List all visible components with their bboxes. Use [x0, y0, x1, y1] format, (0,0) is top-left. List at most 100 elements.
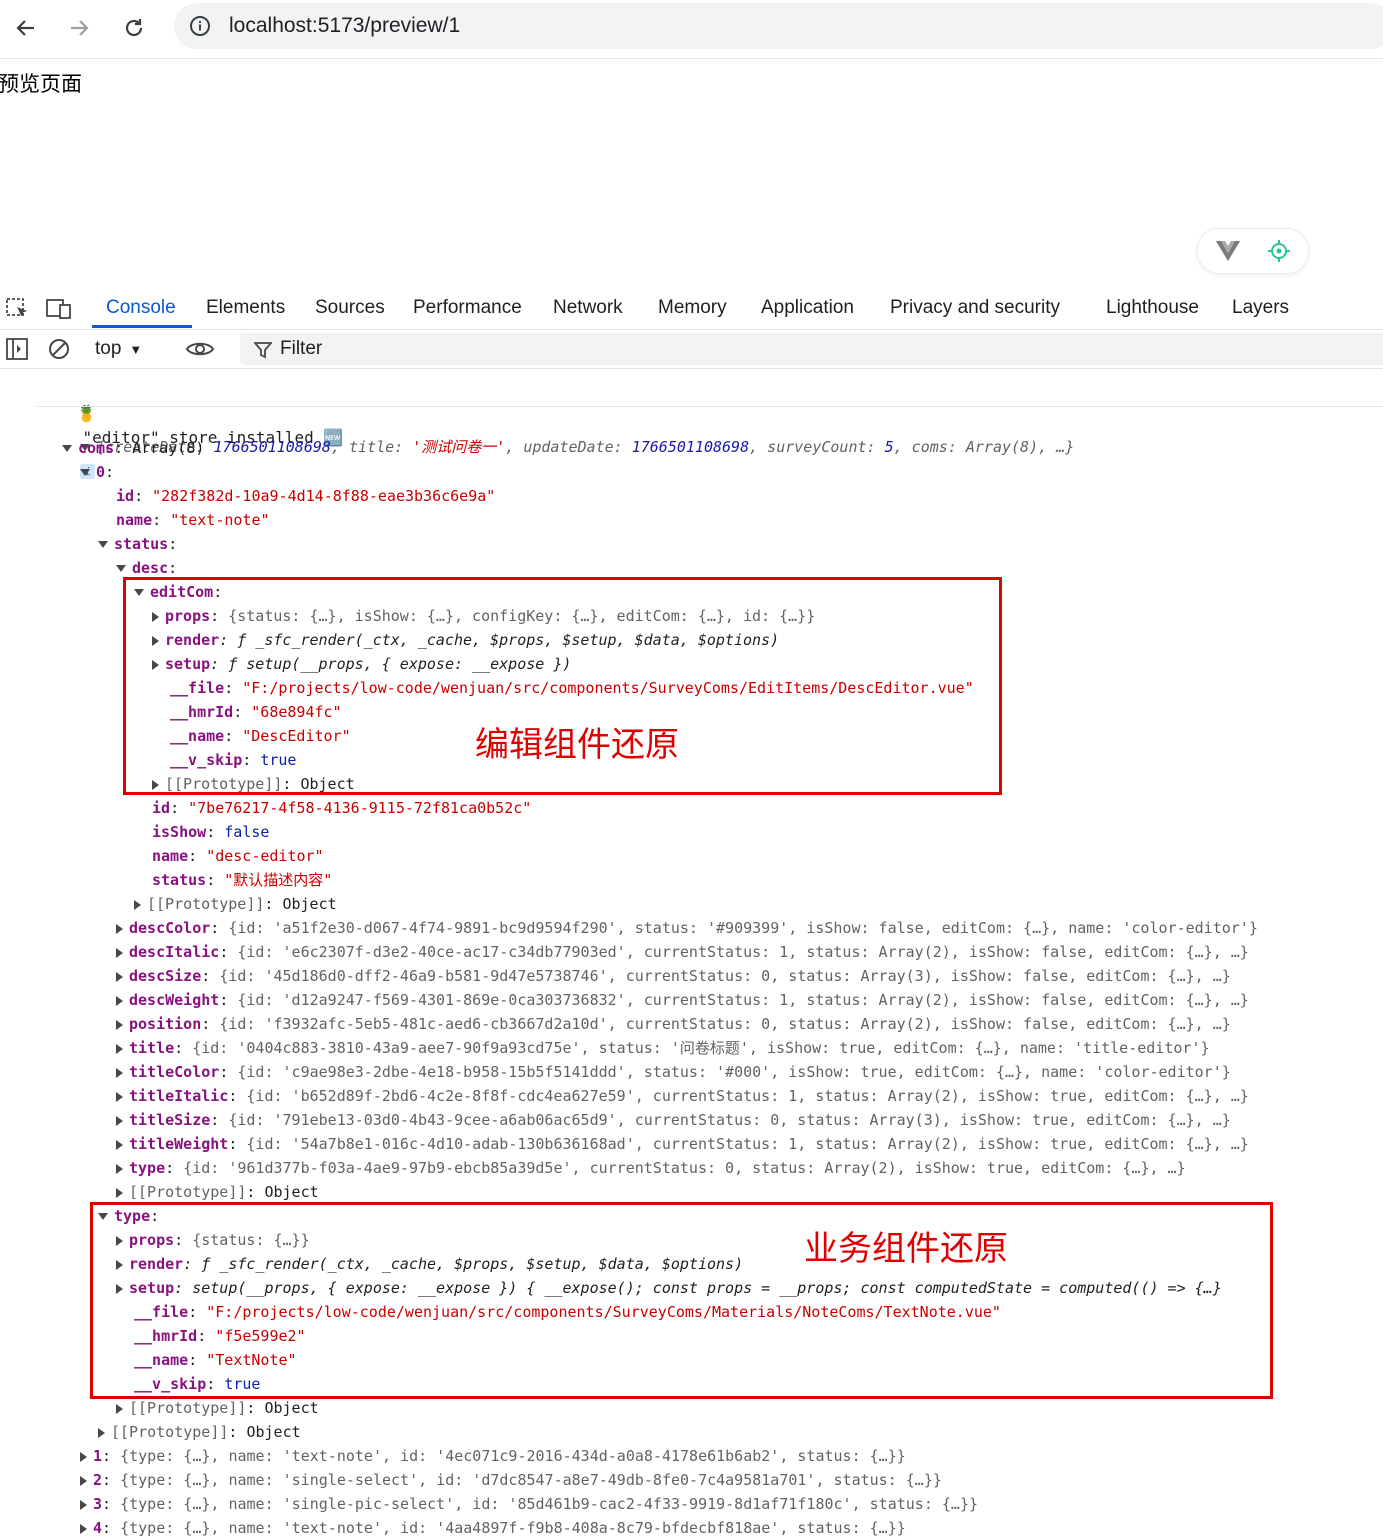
tab-application[interactable]: Application [761, 297, 854, 319]
url-text[interactable]: localhost:5173/preview/1 [229, 14, 460, 38]
collapse-triangle-icon[interactable] [80, 1499, 87, 1510]
devtools-tab-bar: Console Elements Sources Performance Net… [0, 289, 1383, 330]
status-row-titlesize[interactable]: titleSize: {id: '791ebe13-03d0-4b43-9cee… [116, 1108, 1231, 1132]
collapse-triangle-icon[interactable] [116, 1067, 123, 1078]
com-4-row[interactable]: 4: {type: {…}, name: 'text-note', id: '4… [80, 1516, 906, 1540]
collapse-triangle-icon[interactable] [116, 1163, 123, 1174]
forward-button[interactable] [59, 8, 99, 48]
back-button[interactable] [6, 8, 46, 48]
context-label: top [95, 338, 122, 359]
com-0-name: name: "text-note" [116, 511, 270, 529]
desc-status-row: status: "默认描述内容" [152, 871, 333, 889]
desc-id-row: id: "7be76217-4f58-4136-9115-72f81ca0b52… [152, 799, 532, 817]
summary-text: , updateDate: [505, 438, 632, 456]
tab-memory[interactable]: Memory [658, 297, 727, 319]
status-row-descitalic[interactable]: descItalic: {id: 'e6c2307f-d3e2-40ce-ac1… [116, 940, 1249, 964]
console-toolbar: top ▼ Filter [0, 330, 1383, 369]
tab-console[interactable]: Console [106, 297, 176, 319]
collapse-triangle-icon[interactable] [116, 923, 123, 934]
filter-input[interactable]: Filter [240, 333, 1383, 365]
chevron-down-icon: ▼ [129, 341, 143, 357]
object-summary-row[interactable]: {createDate: 1766501108698, title: '测试问卷… [44, 411, 1074, 479]
status-row-descweight[interactable]: descWeight: {id: 'd12a9247-f569-4301-869… [116, 988, 1249, 1012]
expand-triangle-icon[interactable] [98, 541, 108, 548]
summary-text: , surveyCount: [749, 438, 885, 456]
tab-performance[interactable]: Performance [413, 297, 522, 319]
context-selector[interactable]: top ▼ [95, 335, 142, 363]
com-0-id: id: "282f382d-10a9-4d14-8f88-eae3b36c6e9… [116, 487, 496, 505]
collapse-triangle-icon[interactable] [116, 1403, 123, 1414]
collapse-triangle-icon[interactable] [116, 1115, 123, 1126]
annotation-label-edit: 编辑组件还原 [475, 725, 679, 765]
desc-isshow-row: isShow: false [152, 823, 270, 841]
eye-icon[interactable] [186, 338, 214, 360]
page-title: 预览页面 [0, 72, 82, 96]
status-row-titleweight[interactable]: titleWeight: {id: '54a7b8e1-016c-4d10-ad… [116, 1132, 1249, 1156]
vue-logo-icon[interactable] [1216, 240, 1240, 262]
inspect-element-icon[interactable] [6, 298, 30, 320]
collapse-triangle-icon[interactable] [116, 1091, 123, 1102]
address-bar[interactable]: localhost:5173/preview/1 [174, 3, 1383, 49]
expand-triangle-icon[interactable] [80, 469, 90, 476]
clear-console-icon[interactable] [48, 338, 70, 360]
status-row-desccolor[interactable]: descColor: {id: 'a51f2e30-d067-4f74-9891… [116, 916, 1258, 940]
tab-network[interactable]: Network [553, 297, 623, 319]
filter-placeholder: Filter [280, 338, 323, 359]
target-icon[interactable] [1268, 240, 1290, 262]
status-prototype-row[interactable]: [[Prototype]]: Object [116, 1180, 319, 1204]
status-row-titleitalic[interactable]: titleItalic: {id: 'b652d89f-2bd6-4c2e-8f… [116, 1084, 1249, 1108]
collapse-triangle-icon[interactable] [116, 947, 123, 958]
tab-elements[interactable]: Elements [206, 297, 285, 319]
annotation-label-business: 业务组件还原 [804, 1229, 1008, 1269]
title-value: '测试问卷一' [412, 438, 506, 456]
sidebar-toggle-icon[interactable] [6, 338, 28, 360]
status-row-type[interactable]: type: {id: '961d377b-f03a-4ae9-97b9-ebcb… [116, 1156, 1186, 1180]
status-row-title[interactable]: title: {id: '0404c883-3810-43a9-aee7-90f… [116, 1036, 1209, 1060]
site-info-icon[interactable] [188, 14, 212, 38]
expand-triangle-icon[interactable] [62, 445, 72, 452]
collapse-triangle-icon[interactable] [116, 971, 123, 982]
status-row-descsize[interactable]: descSize: {id: '45d186d0-dff2-46a9-b581-… [116, 964, 1231, 988]
tab-privacy-security[interactable]: Privacy and security [890, 297, 1060, 319]
message-divider [36, 406, 1383, 407]
status-row-position[interactable]: position: {id: 'f3932afc-5eb5-481c-aed6-… [116, 1012, 1231, 1036]
com-1-row[interactable]: 1: {type: {…}, name: 'text-note', id: '4… [80, 1444, 906, 1468]
com0-prototype-row[interactable]: [[Prototype]]: Object [98, 1420, 301, 1444]
survey-count: 5 [884, 438, 894, 456]
tab-sources[interactable]: Sources [315, 297, 385, 319]
reload-icon [125, 19, 143, 37]
summary-text: , coms: Array(8), …} [893, 438, 1075, 456]
type-prototype-row[interactable]: [[Prototype]]: Object [116, 1396, 319, 1420]
collapse-triangle-icon[interactable] [134, 899, 141, 910]
create-date: 1766501108698 [213, 438, 331, 456]
expand-triangle-icon[interactable] [116, 565, 126, 572]
summary-text: , title: [330, 438, 413, 456]
collapse-triangle-icon[interactable] [116, 1139, 123, 1150]
collapse-triangle-icon[interactable] [80, 1451, 87, 1462]
filter-icon [254, 342, 272, 359]
arrow-left-icon [16, 20, 34, 36]
reload-button[interactable] [114, 8, 154, 48]
tab-lighthouse[interactable]: Lighthouse [1106, 297, 1199, 319]
annotation-box-business [90, 1202, 1273, 1399]
coms-row[interactable]: coms: Array(8) [62, 436, 204, 460]
collapse-triangle-icon[interactable] [80, 1475, 87, 1486]
collapse-triangle-icon[interactable] [98, 1427, 105, 1438]
status-row[interactable]: status: [98, 532, 177, 556]
collapse-triangle-icon[interactable] [80, 1523, 87, 1534]
com-2-row[interactable]: 2: {type: {…}, name: 'single-select', id… [80, 1468, 942, 1492]
device-toolbar-icon[interactable] [46, 298, 72, 320]
desc-prototype-row[interactable]: [[Prototype]]: Object [134, 892, 337, 916]
tab-layers[interactable]: Layers [1232, 297, 1289, 319]
collapse-triangle-icon[interactable] [116, 1043, 123, 1054]
desc-name-row: name: "desc-editor" [152, 847, 324, 865]
collapse-triangle-icon[interactable] [116, 1187, 123, 1198]
console-message: 🍍 "editor" store installed 🆕 [38, 378, 344, 447]
collapse-triangle-icon[interactable] [116, 995, 123, 1006]
collapse-triangle-icon[interactable] [116, 1019, 123, 1030]
vue-devtools-dock[interactable] [1197, 228, 1309, 274]
com-3-row[interactable]: 3: {type: {…}, name: 'single-pic-select'… [80, 1492, 978, 1516]
coms-value: Array(8) [132, 439, 205, 457]
com-0-row[interactable]: 0: [80, 460, 114, 484]
status-row-titlecolor[interactable]: titleColor: {id: 'c9ae98e3-2dbe-4e18-b95… [116, 1060, 1231, 1084]
